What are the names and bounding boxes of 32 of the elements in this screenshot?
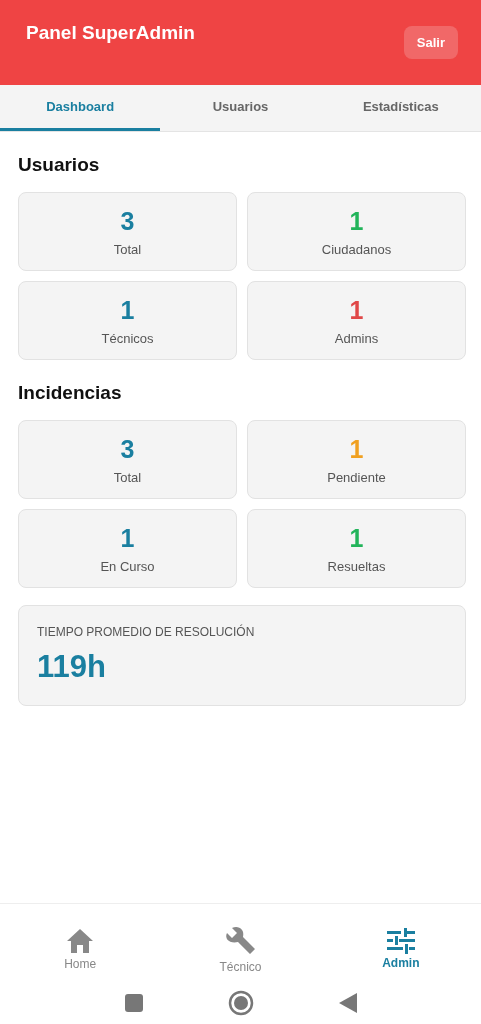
stat-label: Resueltas (327, 558, 386, 574)
section-title: Usuarios (18, 154, 101, 176)
stat-label: Admins (334, 330, 379, 346)
stat-value: 3 (120, 206, 135, 236)
section-title: Incidencias (18, 382, 123, 404)
sliders-icon (386, 928, 415, 954)
nav-item[interactable]: Home (0, 910, 161, 988)
tab[interactable]: Usuarios (160, 85, 321, 131)
average-label: TIEMPO PROMEDIO DE RESOLUCIÓN (37, 625, 256, 639)
home-button-icon[interactable] (227, 990, 254, 1016)
stat-value: 1 (349, 523, 364, 553)
stat-value: 1 (120, 523, 135, 553)
header-title: Panel SuperAdmin (26, 22, 195, 44)
exit-button[interactable]: Salir (403, 26, 458, 59)
stat-label: Pendiente (327, 469, 386, 485)
stat-value: 1 (349, 295, 364, 325)
back-icon[interactable] (338, 993, 357, 1013)
stat-value: 1 (349, 206, 364, 236)
nav-item[interactable]: Técnico (160, 910, 321, 988)
tab[interactable]: Estadísticas (320, 85, 481, 131)
tab[interactable]: Dashboard (0, 85, 161, 131)
stat-value: 1 (349, 434, 364, 464)
stat-label: Total (113, 469, 142, 485)
nav-item[interactable]: Admin (320, 910, 481, 988)
recents-icon[interactable] (124, 994, 143, 1012)
stat-value: 1 (120, 295, 135, 325)
stat-label: En Curso (100, 558, 155, 574)
stat-label: Ciudadanos (321, 241, 392, 257)
stat-label: Técnicos (101, 330, 154, 346)
stat-label: Total (113, 241, 142, 257)
average-value: 119h (37, 649, 107, 685)
stat-value: 3 (120, 434, 135, 464)
